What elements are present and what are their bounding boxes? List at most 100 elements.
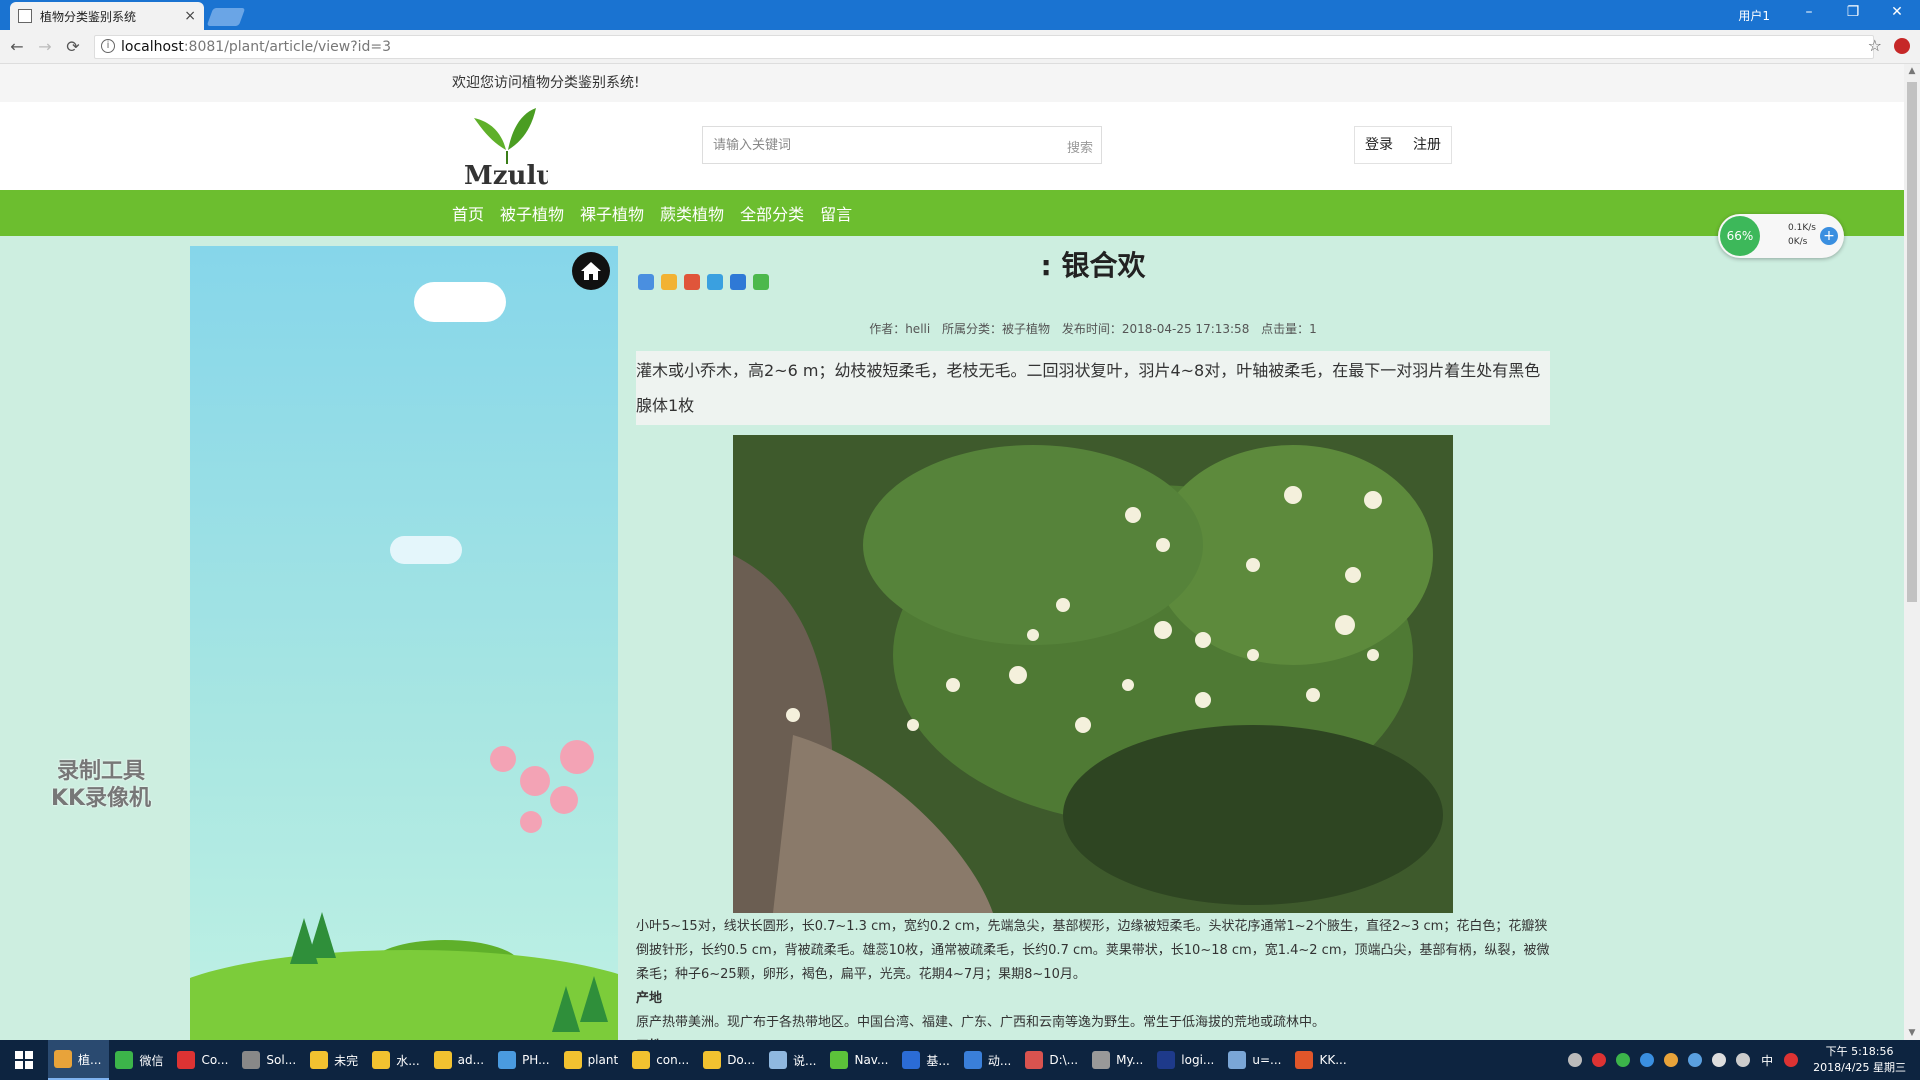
nav-ferns[interactable]: 蕨类植物 [660,201,724,225]
taskbar-app[interactable]: 水... [366,1040,427,1080]
folder-icon [372,1051,391,1069]
cube-icon [498,1051,517,1069]
scroll-up-arrow[interactable]: ▲ [1904,66,1920,76]
taskbar-app[interactable]: u=... [1222,1040,1289,1080]
tree-graphic [308,912,336,958]
scrollbar-thumb[interactable] [1907,82,1917,602]
taskbar-app[interactable]: Do... [697,1040,763,1080]
blossom-graphic [520,811,542,833]
url-path: :8081/plant/article/view?id=3 [183,39,392,55]
site-logo[interactable]: Mzulu [462,104,548,188]
back-button[interactable]: ← [6,36,28,58]
nav-messages[interactable]: 留言 [820,201,852,225]
url-field[interactable]: i localhost:8081/plant/article/view?id=3 [94,35,1874,59]
taskbar-app[interactable]: logi... [1151,1040,1222,1080]
taskbar-app[interactable]: PH... [492,1040,558,1080]
browser-user-label[interactable]: 用户1 [1738,7,1770,24]
search-button[interactable]: 搜索 [1067,137,1093,156]
extension-icon[interactable] [1894,38,1910,54]
bookmark-star-icon[interactable]: ☆ [1868,36,1882,55]
tab-close-icon[interactable]: × [184,8,196,24]
share-bar [638,274,769,290]
tray-icon[interactable] [1568,1053,1583,1067]
browser-titlebar: 植物分类鉴别系统 × 用户1 – ❐ ✕ [0,0,1920,30]
wechat-icon [115,1051,134,1069]
restore-button[interactable]: ❐ [1838,4,1868,20]
window-close-button[interactable]: ✕ [1882,4,1912,20]
taskbar-app[interactable]: Co... [171,1040,236,1080]
taskbar-app[interactable]: Sol... [236,1040,304,1080]
blossom-graphic [490,746,516,772]
taskbar-app[interactable]: 动... [958,1040,1019,1080]
share-qzone-icon[interactable] [661,274,677,290]
new-tab-button[interactable] [206,8,246,26]
share-wechat-icon[interactable] [753,274,769,290]
tray-icon[interactable] [1592,1053,1607,1067]
cloud-graphic [414,282,506,322]
wifi-icon[interactable] [1736,1053,1751,1067]
reload-button[interactable]: ⟳ [62,36,84,58]
taskbar-app-label: My... [1116,1053,1144,1067]
taskbar-app[interactable]: 说... [763,1040,824,1080]
home-button[interactable] [572,252,610,290]
windows-icon [15,1051,33,1069]
login-link[interactable]: 登录 [1355,127,1403,163]
welcome-text: 欢迎您访问植物分类鉴别系统! [452,75,640,91]
folder-icon [632,1051,651,1069]
taskbar-app-label: logi... [1181,1053,1215,1067]
taskbar-app[interactable]: 植... [48,1040,110,1080]
page-scrollbar[interactable]: ▲ ▼ [1904,64,1920,1040]
notepad-icon [769,1051,788,1069]
tray-icon[interactable] [1664,1053,1679,1067]
share-weibo-icon[interactable] [684,274,700,290]
taskbar-app[interactable]: 基... [896,1040,957,1080]
nav-gymnosperms[interactable]: 裸子植物 [580,201,644,225]
article-author: 作者：helli [869,322,931,336]
speed-boost-button[interactable]: + [1820,227,1838,245]
share-tencent-icon[interactable] [707,274,723,290]
clock[interactable]: 下午 5:18:56 2018/4/25 星期三 [1803,1044,1920,1076]
forward-button[interactable]: → [34,36,56,58]
clock-time: 下午 5:18:56 [1825,1045,1894,1058]
taskbar-app[interactable]: KK... [1289,1040,1354,1080]
article-summary: 灌木或小乔木，高2~6 m；幼枝被短柔毛，老枝无毛。二回羽状复叶，羽片4~8对，… [636,351,1550,425]
share-renren-icon[interactable] [730,274,746,290]
nav-angiosperms[interactable]: 被子植物 [500,201,564,225]
taskbar-app[interactable]: D:\... [1019,1040,1086,1080]
chrome-icon [54,1050,72,1068]
register-link[interactable]: 注册 [1403,127,1451,163]
taskbar-app[interactable]: 微信 [109,1040,171,1080]
photoshop-icon [1157,1051,1176,1069]
bluetooth-icon[interactable] [1640,1053,1655,1067]
article-date: 发布时间：2018-04-25 17:13:58 [1061,322,1250,336]
site-info-icon[interactable]: i [101,39,115,53]
tray-icon[interactable] [1616,1053,1631,1067]
tray-icon[interactable] [1688,1053,1703,1067]
browser-tab[interactable]: 植物分类鉴别系统 × [10,2,204,30]
ime-indicator[interactable]: 中 [1761,1052,1773,1069]
taskbar-app-label: 动... [987,1053,1012,1068]
taskbar-app-label: 说... [793,1053,817,1068]
minimize-button[interactable]: – [1794,4,1824,20]
start-button[interactable] [0,1040,48,1080]
cloud-graphic [390,536,462,564]
taskbar-app[interactable]: plant [558,1040,627,1080]
taskbar-app-label: PH... [522,1053,550,1067]
taskbar-app[interactable]: con... [626,1040,697,1080]
folder-icon [310,1051,329,1069]
volume-icon[interactable] [1712,1053,1727,1067]
welcome-bar: 欢迎您访问植物分类鉴别系统! [0,64,1904,102]
taskbar-app[interactable]: My... [1086,1040,1151,1080]
recorder-watermark: 录制工具 KK录像机 [36,758,166,812]
taskbar-app[interactable]: Nav... [824,1040,896,1080]
memory-percent: 66% [1720,216,1760,256]
taskbar-app[interactable]: 未完 [304,1040,366,1080]
network-speed-widget[interactable]: 66% 0.1K/s 0K/s + [1718,214,1844,258]
nav-all-categories[interactable]: 全部分类 [740,201,804,225]
search-input[interactable] [703,127,1023,163]
share-more-icon[interactable] [638,274,654,290]
scroll-down-arrow[interactable]: ▼ [1904,1028,1920,1038]
taskbar-app[interactable]: ad... [428,1040,492,1080]
nav-home[interactable]: 首页 [452,201,484,225]
tray-icon[interactable] [1784,1053,1799,1067]
